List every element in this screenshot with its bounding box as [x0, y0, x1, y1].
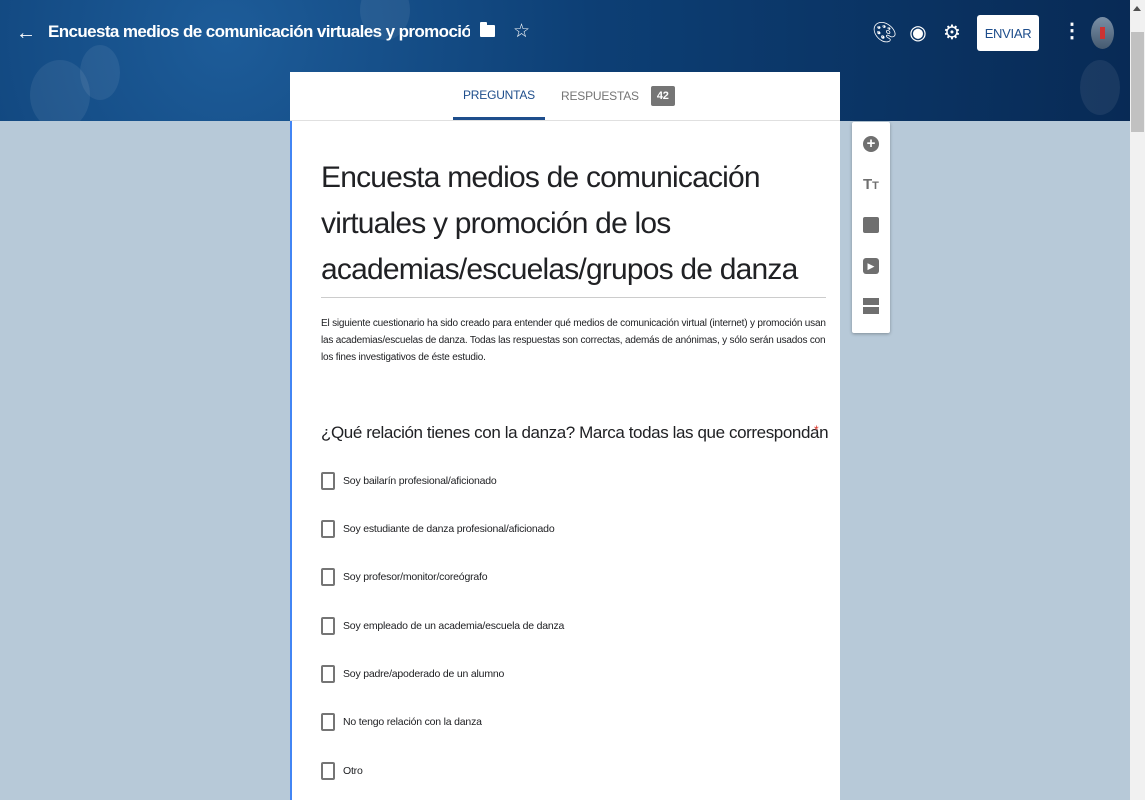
checkbox-option[interactable]: Soy estudiante de danza profesional/afic… [321, 520, 555, 538]
option-label: Otro [343, 765, 363, 777]
back-arrow-icon[interactable]: ← [16, 22, 36, 45]
tab-questions-label: PREGUNTAS [463, 87, 535, 102]
checkbox[interactable] [321, 762, 335, 780]
add-question-icon[interactable]: + [863, 136, 879, 152]
checkbox-option[interactable]: Otro [321, 762, 363, 780]
palette-icon[interactable]: 🎨︎ [872, 20, 897, 45]
form-description[interactable]: El siguiente cuestionario ha sido creado… [321, 315, 826, 366]
form-title[interactable]: Encuesta medios de comunicación virtuale… [321, 155, 826, 298]
option-label: Soy empleado de un academia/escuela de d… [343, 620, 565, 632]
required-mark: * [814, 423, 819, 437]
send-button[interactable]: ENVIAR [977, 15, 1039, 51]
checkbox[interactable] [321, 665, 335, 683]
add-title-icon[interactable]: TT [863, 176, 879, 193]
scrollbar[interactable] [1130, 0, 1145, 800]
checkbox[interactable] [321, 472, 335, 490]
question-title[interactable]: ¿Qué relación tienes con la danza? Marca… [321, 423, 829, 443]
checkbox-option[interactable]: Soy padre/apoderado de un alumno [321, 665, 504, 683]
option-label: Soy padre/apoderado de un alumno [343, 668, 505, 680]
add-section-icon[interactable] [863, 298, 879, 314]
scrollbar-thumb[interactable] [1131, 32, 1144, 132]
document-title[interactable]: Encuesta medios de comunicación virtuale… [48, 22, 470, 42]
checkbox-option[interactable]: Soy profesor/monitor/coreógrafo [321, 568, 488, 586]
checkbox[interactable] [321, 713, 335, 731]
option-label: Soy profesor/monitor/coreógrafo [343, 571, 488, 583]
checkbox[interactable] [321, 568, 335, 586]
more-options-icon[interactable]: ⋮ [1062, 18, 1082, 43]
option-label: No tengo relación con la danza [343, 716, 482, 728]
option-label: Soy estudiante de danza profesional/afic… [343, 523, 555, 535]
option-label: Soy bailarín profesional/aficionado [343, 475, 497, 487]
checkbox[interactable] [321, 617, 335, 635]
scroll-up-icon[interactable] [1133, 6, 1141, 11]
tab-responses-label: RESPUESTAS [561, 89, 639, 103]
responses-count-badge: 42 [650, 86, 675, 106]
add-video-icon[interactable]: ▶ [863, 258, 879, 274]
avatar[interactable] [1091, 17, 1114, 49]
preview-eye-icon[interactable]: ◉ [907, 20, 929, 45]
tab-responses[interactable]: RESPUESTAS 42 [561, 72, 675, 120]
checkbox-option[interactable]: Soy bailarín profesional/aficionado [321, 472, 497, 490]
tab-bar: PREGUNTAS RESPUESTAS 42 [290, 72, 840, 121]
settings-gear-icon[interactable]: ⚙ [941, 20, 963, 45]
tab-questions[interactable]: PREGUNTAS [453, 72, 545, 120]
folder-icon[interactable] [480, 22, 495, 37]
star-icon[interactable]: ☆ [513, 20, 530, 43]
form-card: Encuesta medios de comunicación virtuale… [290, 121, 840, 800]
checkbox-option[interactable]: No tengo relación con la danza [321, 713, 482, 731]
add-image-icon[interactable] [863, 217, 879, 233]
checkbox[interactable] [321, 520, 335, 538]
form-toolbar: + TT ▶ [852, 122, 890, 333]
checkbox-option[interactable]: Soy empleado de un academia/escuela de d… [321, 617, 564, 635]
